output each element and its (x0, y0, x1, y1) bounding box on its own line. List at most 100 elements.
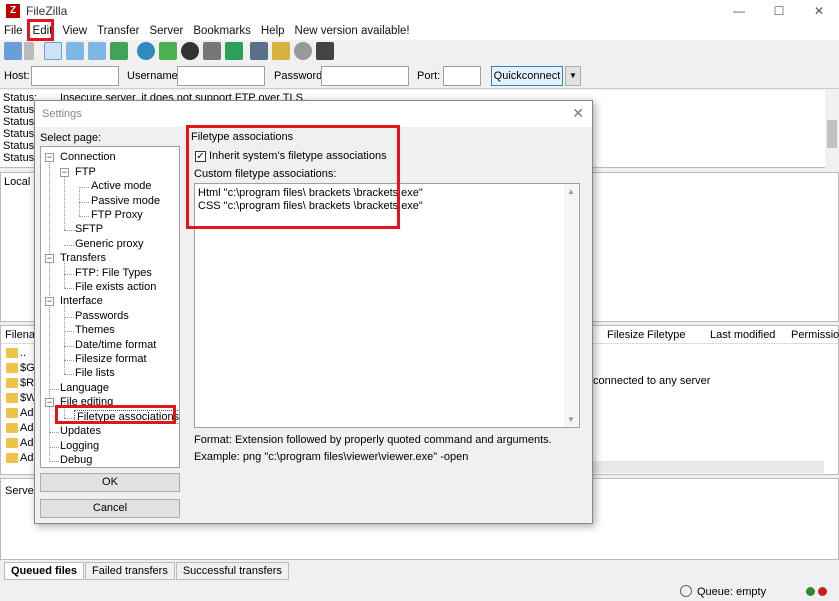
tree-item-transfers[interactable]: Transfers (60, 252, 106, 264)
tree-item-date-time-format[interactable]: Date/time format (75, 339, 156, 351)
cancel-operation-icon[interactable] (181, 42, 199, 60)
tree-item-file-exists-action[interactable]: File exists action (75, 281, 156, 293)
filezilla-logo-icon: Z (6, 4, 20, 18)
cancel-button[interactable]: Cancel (40, 499, 180, 518)
window-controls: — ☐ ✕ (719, 0, 839, 22)
tree-line (64, 245, 74, 246)
maximize-button[interactable]: ☐ (759, 0, 799, 22)
tree-item-filesize-format[interactable]: Filesize format (75, 353, 147, 365)
folder-icon (6, 453, 18, 463)
ok-button[interactable]: OK (40, 473, 180, 492)
tree-item-debug[interactable]: Debug (60, 454, 92, 466)
directory-comparison-icon[interactable] (294, 42, 312, 60)
collapse-toggle-icon[interactable]: − (45, 398, 54, 407)
log-scrollbar[interactable] (825, 90, 839, 168)
tree-item-interface[interactable]: Interface (60, 295, 103, 307)
status-indicator-red-icon (818, 587, 827, 596)
folder-icon (6, 438, 18, 448)
port-label: Port: (417, 70, 441, 82)
username-input[interactable] (177, 66, 265, 86)
log-scroll-thumb[interactable] (827, 120, 837, 148)
column-last-modified[interactable]: Last modified (710, 329, 775, 341)
process-queue-icon[interactable] (159, 42, 177, 60)
tree-line (64, 302, 65, 374)
menu-help[interactable]: Help (261, 25, 285, 37)
toggle-remote-tree-icon[interactable] (88, 42, 106, 60)
site-manager-dropdown-icon[interactable] (24, 42, 34, 60)
inherit-associations-label[interactable]: Inherit system's filetype associations (209, 150, 387, 162)
settings-page-tree[interactable]: − Connection − FTP Active mode Passive m… (40, 146, 180, 468)
tab-successful-transfers[interactable]: Successful transfers (175, 562, 289, 580)
tab-failed-transfers[interactable]: Failed transfers (85, 562, 175, 580)
host-label: Host: (4, 70, 30, 82)
menu-edit[interactable]: Edit (33, 25, 53, 37)
quickconnect-dropdown-icon[interactable]: ▼ (565, 66, 581, 86)
column-filetype[interactable]: Filetype (647, 329, 686, 341)
tree-item-file-lists[interactable]: File lists (75, 367, 115, 379)
reconnect-icon[interactable] (225, 42, 243, 60)
tree-item-passwords[interactable]: Passwords (75, 310, 129, 322)
tree-item-ftp-proxy[interactable]: FTP Proxy (91, 209, 143, 221)
site-manager-icon[interactable] (4, 42, 22, 60)
status-indicator-green-icon (806, 587, 815, 596)
toolbar (0, 40, 839, 62)
folder-icon (6, 408, 18, 418)
toggle-log-icon[interactable] (44, 42, 62, 60)
settings-close-button[interactable]: ✕ (572, 105, 584, 122)
column-filesize[interactable]: Filesize (607, 329, 644, 341)
toggle-queue-icon[interactable] (110, 42, 128, 60)
menu-transfer[interactable]: Transfer (97, 25, 139, 37)
inherit-associations-checkbox[interactable]: ✓ (195, 151, 206, 162)
tree-line (49, 461, 59, 462)
tree-item-file-editing[interactable]: File editing (60, 396, 113, 408)
log-status-label: Status: (3, 104, 38, 116)
password-input[interactable] (321, 66, 409, 86)
disconnect-icon[interactable] (203, 42, 221, 60)
tree-item-filetype-associations[interactable]: Filetype associations (73, 410, 179, 424)
tree-item-connection[interactable]: Connection (60, 151, 116, 163)
close-window-button[interactable]: ✕ (799, 0, 839, 22)
scroll-up-icon[interactable]: ▲ (567, 187, 575, 196)
minimize-button[interactable]: — (719, 0, 759, 22)
quickconnect-button[interactable]: Quickconnect (491, 66, 563, 86)
scroll-down-icon[interactable]: ▼ (567, 415, 575, 424)
tree-item-sftp[interactable]: SFTP (75, 223, 103, 235)
tree-item-ftp[interactable]: FTP (75, 166, 96, 178)
directory-listing-filters-icon[interactable] (250, 42, 268, 60)
collapse-toggle-icon[interactable]: − (60, 168, 69, 177)
associations-scrollbar[interactable]: ▲ ▼ (564, 184, 579, 427)
search-files-icon[interactable] (316, 42, 334, 60)
tree-item-updates[interactable]: Updates (60, 425, 101, 437)
collapse-toggle-icon[interactable]: − (45, 153, 54, 162)
toggle-local-tree-icon[interactable] (66, 42, 84, 60)
collapse-toggle-icon[interactable]: − (45, 254, 54, 263)
tree-item-generic-proxy[interactable]: Generic proxy (75, 238, 143, 250)
host-input[interactable] (31, 66, 119, 86)
menu-file[interactable]: File (4, 25, 23, 37)
refresh-icon[interactable] (137, 42, 155, 60)
tree-item-active-mode[interactable]: Active mode (91, 180, 152, 192)
tree-item-language[interactable]: Language (60, 382, 109, 394)
tree-item-passive-mode[interactable]: Passive mode (91, 195, 160, 207)
menu-server[interactable]: Server (149, 25, 183, 37)
menu-bookmarks[interactable]: Bookmarks (193, 25, 251, 37)
tab-queued-files[interactable]: Queued files (4, 562, 85, 580)
sync-browsing-icon[interactable] (272, 42, 290, 60)
tree-line (79, 187, 89, 188)
menu-new-version[interactable]: New version available! (295, 25, 410, 37)
collapse-toggle-icon[interactable]: − (45, 297, 54, 306)
filetype-associations-panel: Filetype associations ✓ Inherit system's… (187, 131, 587, 468)
custom-associations-textarea[interactable]: Html "c:\program files\ brackets \bracke… (194, 183, 580, 428)
menu-view[interactable]: View (62, 25, 87, 37)
remote-horizontal-scrollbar[interactable] (593, 461, 824, 473)
port-input[interactable] (443, 66, 481, 86)
folder-icon (6, 348, 18, 358)
association-line: Html "c:\program files\ brackets \bracke… (198, 187, 423, 199)
tree-item-themes[interactable]: Themes (75, 324, 115, 336)
tree-item-logging[interactable]: Logging (60, 440, 99, 452)
tree-item-ftp-file-types[interactable]: FTP: File Types (75, 267, 152, 279)
panel-group-title: Filetype associations (191, 131, 294, 143)
list-item[interactable]: .. (20, 347, 26, 359)
tree-line (64, 360, 74, 361)
column-permissions[interactable]: Permissions (791, 329, 839, 341)
